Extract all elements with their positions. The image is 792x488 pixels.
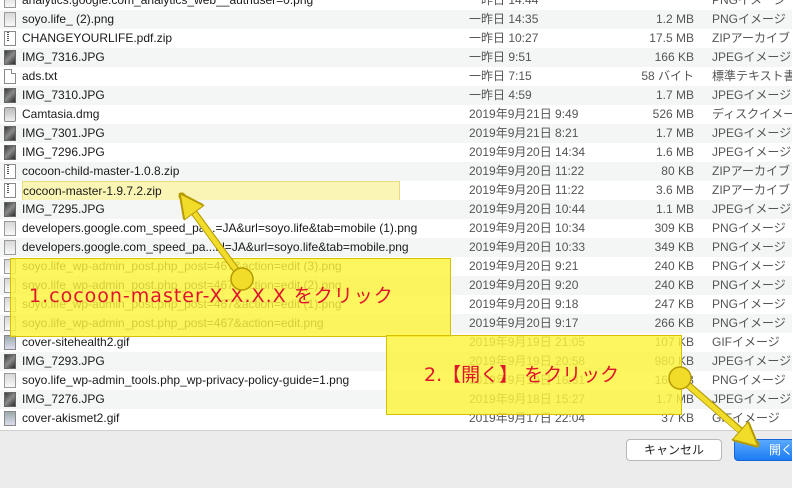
file-kind: PNGイメージ [712, 373, 786, 387]
file-name: Camtasia.dmg [22, 107, 100, 121]
file-size: 349 KB [654, 240, 694, 254]
file-name: ads.txt [22, 69, 58, 83]
file-size: 266 KB [654, 316, 694, 330]
file-kind: JPEGイメージ [712, 354, 792, 368]
file-name: IMG_7310.JPG [22, 88, 105, 102]
file-kind: PNGイメージ [712, 12, 786, 26]
png-file-icon [4, 240, 16, 255]
file-kind: JPEGイメージ [712, 88, 792, 102]
file-size: 240 KB [654, 278, 694, 292]
file-size: 1.7 MB [655, 126, 694, 140]
file-row-selected[interactable]: cocoon-master-1.9.7.2.zip 2019年9月20日 11:2… [0, 181, 792, 202]
png-file-icon [4, 221, 16, 236]
file-size: 526 MB [652, 107, 694, 121]
file-kind: PNGイメージ [712, 0, 786, 7]
file-row[interactable]: IMG_7310.JPG 一昨日 4:59 1.7 MB JPEGイメージ [0, 86, 792, 105]
file-name: IMG_7296.JPG [22, 145, 105, 159]
jpeg-file-icon [4, 354, 16, 369]
file-name: cocoon-master-1.9.7.2.zip [22, 181, 462, 202]
file-kind: GIFイメージ [712, 335, 780, 349]
file-row[interactable]: soyo.life_ (2).png 一昨日 14:35 1.2 MB PNGイメージ [0, 10, 792, 29]
file-row[interactable]: ads.txt 一昨日 7:15 58 バイト 標準テキスト書 [0, 67, 792, 86]
file-kind: JPEGイメージ [712, 50, 792, 64]
png-file-icon [4, 0, 16, 8]
file-kind: JPEGイメージ [712, 202, 792, 216]
annotation-callout-step2-text: 2.【開く】 をクリック [424, 364, 620, 386]
file-row[interactable]: IMG_7295.JPG 2019年9月20日 10:44 1.1 MB JPEGイメ… [0, 200, 792, 219]
file-kind: PNGイメージ [712, 316, 786, 330]
file-row[interactable]: IMG_7301.JPG 2019年9月21日 8:21 1.7 MB JPEGイメー… [0, 124, 792, 143]
file-row[interactable]: developers.google.com_speed_pa...hl=JA&u… [0, 238, 792, 257]
jpeg-file-icon [4, 202, 16, 217]
annotation-callout-step2: 2.【開く】 をクリック [386, 335, 682, 415]
file-size: 58 バイト [641, 69, 694, 83]
gif-file-icon [4, 335, 16, 350]
cancel-button[interactable]: キャンセル [626, 439, 722, 461]
file-kind: JPEGイメージ [712, 126, 792, 140]
file-name: IMG_7316.JPG [22, 50, 105, 64]
file-size: 1.1 MB [655, 202, 694, 216]
file-kind: ディスクイメー [712, 107, 792, 121]
file-kind: PNGイメージ [712, 297, 786, 311]
file-row[interactable]: analytics.google.com_analytics_web__auth… [0, 0, 792, 10]
file-size: 1.6 MB [655, 145, 694, 159]
file-name: IMG_7301.JPG [22, 126, 105, 140]
annotation-callout-step1: 1.cocoon-master-X.X.X.X をクリック [10, 258, 451, 337]
file-name: CHANGEYOURLIFE.pdf.zip [22, 31, 173, 45]
zip-file-icon [4, 31, 16, 46]
file-row[interactable]: IMG_7316.JPG 一昨日 9:51 166 KB JPEGイメージ [0, 48, 792, 67]
file-kind: JPEGイメージ [712, 145, 792, 159]
disk-image-icon [4, 107, 16, 122]
file-kind: PNGイメージ [712, 278, 786, 292]
file-name: IMG_7295.JPG [22, 202, 105, 216]
file-name: cocoon-child-master-1.0.8.zip [22, 164, 180, 178]
file-row[interactable]: Camtasia.dmg 2019年9月21日 9:49 526 MB ディスクイメー [0, 105, 792, 124]
zip-file-icon [4, 164, 16, 179]
file-kind: ZIPアーカイブ [712, 164, 790, 178]
jpeg-file-icon [4, 392, 16, 407]
jpeg-file-icon [4, 145, 16, 160]
file-name: developers.google.com_speed_pa...hl=JA&u… [22, 240, 409, 254]
file-size: 1.2 MB [655, 12, 694, 26]
file-kind: GIFイメージ [712, 411, 780, 425]
gif-file-icon [4, 411, 16, 426]
text-file-icon [4, 69, 16, 84]
file-name: developers.google.com_speed_pa...=JA&url… [22, 221, 418, 235]
file-size: 1.7 MB [655, 88, 694, 102]
file-row[interactable]: cocoon-child-master-1.0.8.zip 2019年9月20日 … [0, 162, 792, 181]
png-file-icon [4, 12, 16, 27]
file-size: 3.6 MB [655, 183, 694, 197]
jpeg-file-icon [4, 50, 16, 65]
jpeg-file-icon [4, 88, 16, 103]
file-size: 166 KB [654, 50, 694, 64]
file-kind: PNGイメージ [712, 259, 786, 273]
file-size: 17.5 MB [649, 31, 694, 45]
file-row[interactable]: developers.google.com_speed_pa...=JA&url… [0, 219, 792, 238]
file-size: 247 KB [654, 297, 694, 311]
open-button[interactable]: 開く [734, 439, 792, 461]
annotation-callout-step1-text: 1.cocoon-master-X.X.X.X をクリック [29, 285, 394, 307]
file-kind: ZIPアーカイブ [712, 183, 790, 197]
png-file-icon [4, 373, 16, 388]
file-kind: JPEGイメージ [712, 392, 792, 406]
file-kind: PNGイメージ [712, 240, 786, 254]
file-row[interactable]: IMG_7296.JPG 2019年9月20日 14:34 1.6 MB JPEGイメ… [0, 143, 792, 162]
file-size: 240 KB [654, 259, 694, 273]
file-size: 309 KB [654, 221, 694, 235]
file-kind: ZIPアーカイブ [712, 31, 790, 45]
file-kind: PNGイメージ [712, 221, 786, 235]
file-name: analytics.google.com_analytics_web__auth… [22, 0, 314, 7]
file-kind: 標準テキスト書 [712, 69, 792, 83]
file-size: 80 KB [661, 164, 694, 178]
file-date: 一昨日 14:44 [469, 0, 539, 7]
file-row[interactable]: CHANGEYOURLIFE.pdf.zip 一昨日 10:27 17.5 MB ZI… [0, 29, 792, 48]
zip-file-icon [4, 183, 16, 198]
file-name: soyo.life_ (2).png [22, 12, 115, 26]
jpeg-file-icon [4, 126, 16, 141]
